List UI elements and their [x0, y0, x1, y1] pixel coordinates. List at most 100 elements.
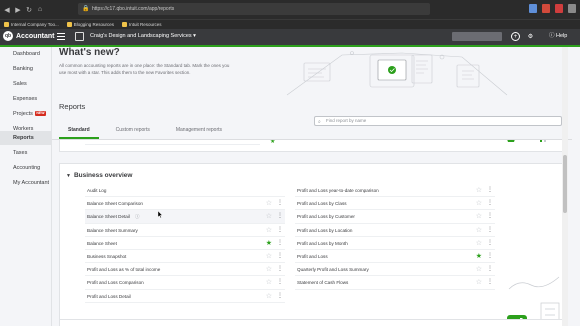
report-row[interactable]: Profit and Loss by Location ☆ ⋮: [295, 224, 495, 237]
sidebar-item-sales[interactable]: Sales: [0, 77, 52, 91]
global-search-input[interactable]: [452, 32, 502, 41]
star-icon[interactable]: ☆: [266, 210, 272, 223]
report-link[interactable]: Quarterly Profit and Loss Summary: [297, 263, 369, 276]
report-link[interactable]: Statement of Cash Flows: [297, 276, 348, 289]
bookmark[interactable]: Blogging Resources: [66, 22, 114, 27]
more-options-icon[interactable]: ⋮: [487, 263, 493, 276]
tab-standard[interactable]: Standard: [59, 122, 99, 139]
report-link[interactable]: Profit and Loss by Location: [297, 224, 352, 237]
sidebar-item-reports[interactable]: Reports: [0, 131, 52, 145]
more-options-icon[interactable]: ⋮: [277, 224, 283, 237]
sidebar-item-my-accountant[interactable]: My Accountant: [0, 176, 52, 190]
report-link[interactable]: Balance Sheet Summary: [87, 224, 138, 237]
report-row[interactable]: Profit and Loss as % of total income ☆ ⋮: [85, 263, 285, 277]
star-icon[interactable]: ☆: [476, 197, 482, 210]
company-selector[interactable]: Craig's Design and Landscaping Services …: [90, 32, 196, 41]
more-options-icon[interactable]: ⋮: [277, 197, 283, 210]
report-row[interactable]: Profit and Loss ★ ⋮: [295, 250, 495, 264]
extension-icon[interactable]: [542, 4, 550, 13]
tab-custom-reports[interactable]: Custom reports: [107, 122, 159, 139]
report-row[interactable]: Profit and Loss by Class ☆ ⋮: [295, 197, 495, 211]
address-bar[interactable]: 🔒 https://c17.qbo.intuit.com/app/reports: [78, 3, 430, 15]
scrollbar[interactable]: [562, 47, 568, 326]
menu-icon[interactable]: [568, 4, 576, 13]
sidebar-item-banking[interactable]: Banking: [0, 62, 52, 76]
report-link[interactable]: Profit and Loss by Month: [297, 237, 348, 250]
tab-management-reports[interactable]: Management reports: [167, 122, 231, 139]
report-row[interactable]: Audit Log: [85, 184, 285, 198]
sidebar-item-projects[interactable]: Projects NEW: [0, 107, 52, 121]
scrollbar-thumb[interactable]: [563, 155, 567, 213]
report-row[interactable]: Profit and Loss by Month ☆ ⋮: [295, 237, 495, 250]
logo[interactable]: qb Accountant: [3, 31, 55, 41]
report-row[interactable]: Balance Sheet Summary ☆ ⋮: [85, 224, 285, 237]
report-row[interactable]: Business Snapshot ☆ ⋮: [85, 250, 285, 264]
extension-icon[interactable]: [529, 4, 537, 13]
report-row[interactable]: Quarterly Profit and Loss Summary ☆ ⋮: [295, 263, 495, 277]
report-row[interactable]: Profit and Loss year-to-date comparison ☆…: [295, 184, 495, 198]
bookmark[interactable]: Intuit Resources: [121, 22, 162, 27]
help-button[interactable]: ⓘ Help: [549, 32, 567, 41]
star-icon[interactable]: ☆: [266, 290, 272, 303]
report-link[interactable]: Profit and Loss: [297, 250, 328, 263]
report-link[interactable]: Business Snapshot: [87, 250, 126, 263]
star-icon[interactable]: ☆: [266, 224, 272, 237]
reload-icon[interactable]: ↻: [25, 6, 33, 14]
report-link[interactable]: Audit Log: [87, 184, 106, 197]
home-icon[interactable]: ⌂: [36, 6, 44, 14]
report-row[interactable]: Profit and Loss Comparison ☆ ⋮: [85, 276, 285, 290]
report-link[interactable]: Balance Sheet: [87, 237, 117, 250]
sidebar-item-taxes[interactable]: Taxes: [0, 146, 52, 160]
back-icon[interactable]: ◀: [3, 6, 11, 14]
bookmark[interactable]: Internal Company Too...: [4, 22, 59, 27]
report-link[interactable]: Profit and Loss by Customer: [297, 210, 355, 223]
star-icon[interactable]: ☆: [266, 263, 272, 276]
star-icon[interactable]: ☆: [476, 263, 482, 276]
sidebar-item-expenses[interactable]: Expenses: [0, 92, 52, 106]
report-link[interactable]: Balance Sheet Comparison: [87, 197, 143, 210]
more-options-icon[interactable]: ⋮: [487, 210, 493, 223]
more-options-icon[interactable]: ⋮: [487, 197, 493, 210]
report-row[interactable]: Profit and Loss by Customer ☆ ⋮: [295, 210, 495, 224]
star-icon[interactable]: ☆: [476, 224, 482, 237]
report-row[interactable]: Statement of Cash Flows ☆ ⋮: [295, 276, 495, 290]
more-options-icon[interactable]: ⋮: [277, 263, 283, 276]
more-options-icon[interactable]: ⋮: [487, 184, 493, 197]
section-business-overview[interactable]: ▼ Business overview: [66, 172, 132, 179]
report-link[interactable]: Profit and Loss by Class: [297, 197, 347, 210]
briefcase-icon[interactable]: [75, 32, 84, 41]
more-options-icon[interactable]: ⋮: [487, 224, 493, 237]
report-search-input[interactable]: ⌕ Find report by name: [314, 116, 562, 126]
hamburger-icon[interactable]: [57, 33, 65, 40]
more-options-icon[interactable]: ⋮: [277, 290, 283, 303]
report-row[interactable]: Profit and Loss Detail ☆ ⋮: [85, 290, 285, 303]
star-icon[interactable]: ☆: [476, 276, 482, 289]
star-filled-icon[interactable]: ★: [266, 237, 272, 250]
more-options-icon[interactable]: ⋮: [277, 276, 283, 289]
star-icon[interactable]: ☆: [266, 276, 272, 289]
more-options-icon[interactable]: ⋮: [487, 237, 493, 250]
sidebar-item-dashboard[interactable]: Dashboard: [0, 47, 52, 61]
report-link[interactable]: Profit and Loss Detail: [87, 290, 131, 303]
info-icon[interactable]: ⓘ: [135, 210, 140, 223]
more-options-icon[interactable]: ⋮: [277, 250, 283, 263]
sidebar-item-accounting[interactable]: Accounting: [0, 161, 52, 175]
report-row[interactable]: Balance Sheet ★ ⋮: [85, 237, 285, 250]
extension-icon[interactable]: [555, 4, 563, 13]
report-link[interactable]: Balance Sheet Detail: [87, 210, 130, 223]
plus-icon[interactable]: +: [511, 32, 520, 41]
report-link[interactable]: Profit and Loss Comparison: [87, 276, 144, 289]
more-options-icon[interactable]: ⋮: [277, 237, 283, 250]
gear-icon[interactable]: ⚙: [526, 32, 535, 41]
report-link[interactable]: Profit and Loss as % of total income: [87, 263, 160, 276]
star-icon[interactable]: ☆: [266, 250, 272, 263]
report-link[interactable]: Profit and Loss year-to-date comparison: [297, 184, 379, 197]
more-options-icon[interactable]: ⋮: [277, 210, 283, 223]
report-row[interactable]: Balance Sheet Comparison ☆ ⋮: [85, 197, 285, 211]
more-options-icon[interactable]: ⋮: [487, 250, 493, 263]
forward-icon[interactable]: ▶: [14, 6, 22, 14]
star-icon[interactable]: ☆: [476, 210, 482, 223]
star-icon[interactable]: ☆: [476, 237, 482, 250]
more-options-icon[interactable]: ⋮: [487, 276, 493, 289]
star-filled-icon[interactable]: ★: [476, 250, 482, 263]
